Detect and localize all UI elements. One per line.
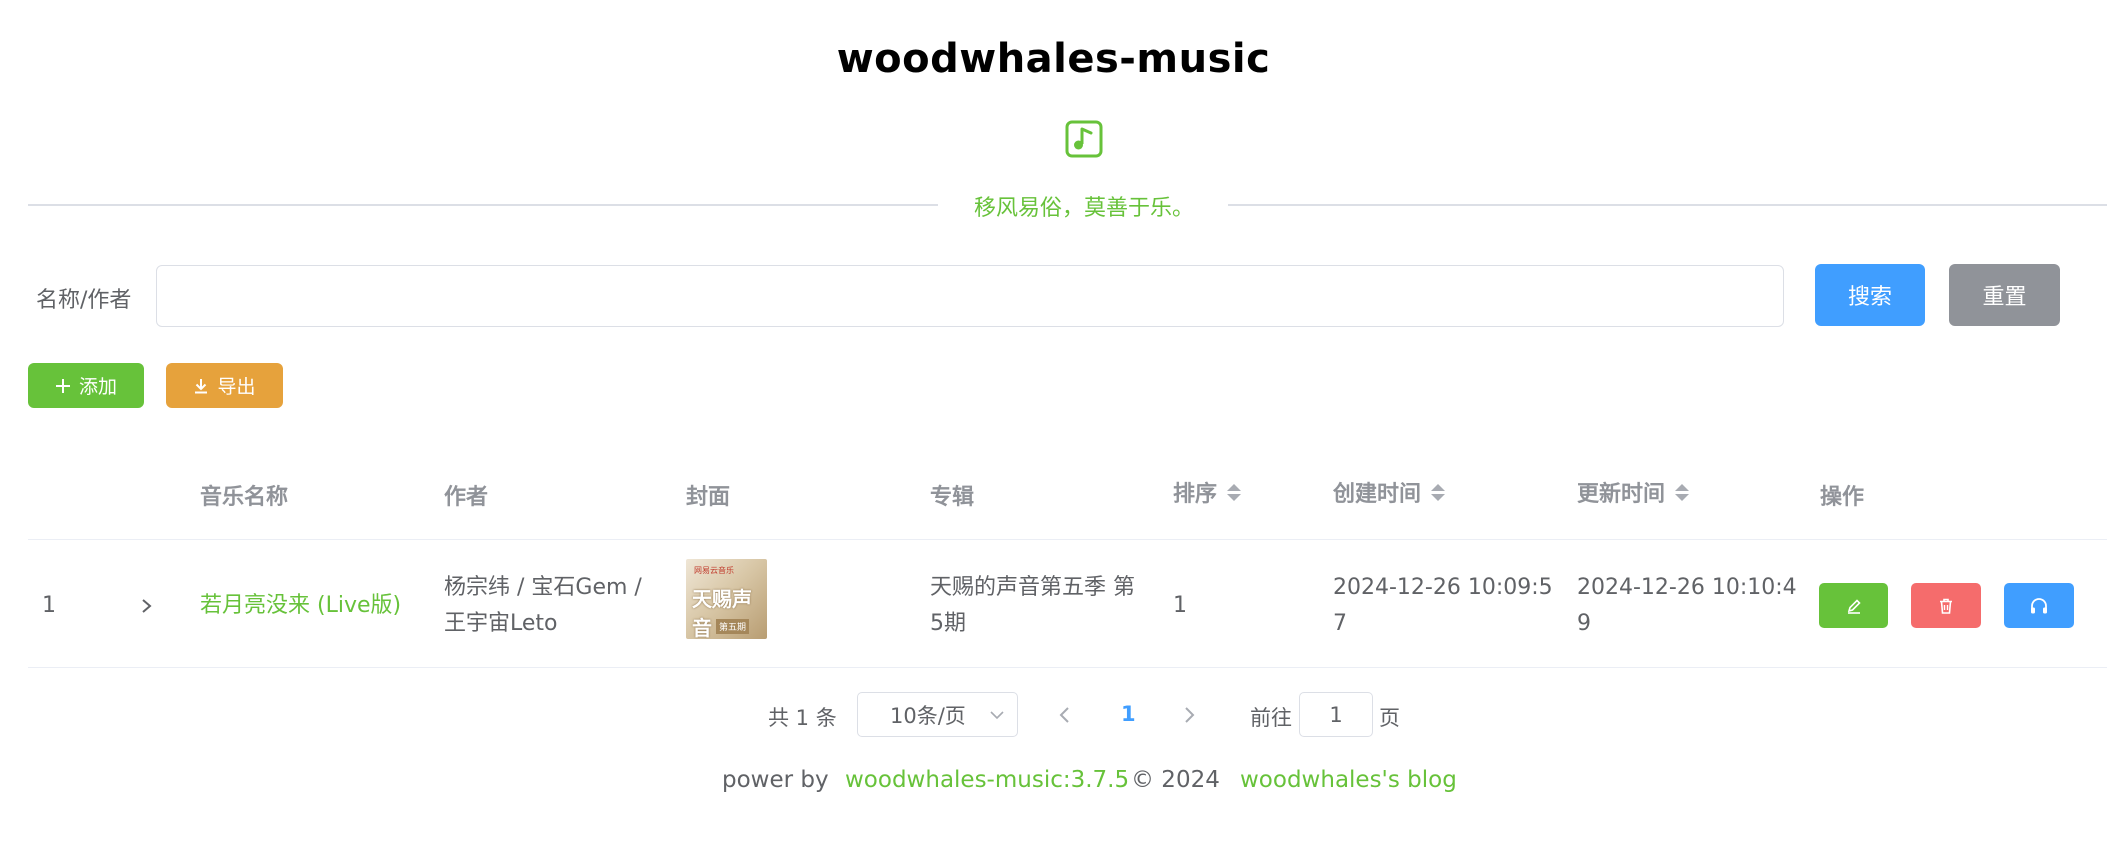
column-header-actions: 操作 — [1820, 485, 1865, 510]
page-title: woodwhales-music — [836, 36, 1271, 82]
footer-version-link[interactable]: woodwhales-music:3.7.5 — [845, 767, 1129, 793]
music-name: 若月亮没来 (Live版) — [200, 593, 402, 618]
slogan: 移风易俗，莫善于乐。 — [973, 196, 1194, 221]
divider-right — [1228, 204, 2107, 206]
download-icon — [195, 378, 208, 393]
column-header-updated[interactable]: 更新时间 — [1577, 477, 1690, 507]
sort-value: 1 — [1173, 593, 1187, 618]
trash-icon — [1940, 598, 1952, 614]
search-input[interactable] — [156, 265, 1784, 327]
edit-button[interactable] — [1819, 583, 1888, 628]
search-button[interactable]: 搜索 — [1815, 264, 1925, 326]
column-header-name: 音乐名称 — [200, 485, 289, 510]
created-time-line-2: 7 — [1333, 611, 1347, 636]
artist-line-1: 杨宗纬 / 宝石Gem / — [444, 575, 642, 600]
footer-copyright: © 2024 — [1131, 767, 1220, 793]
add-button-label: 添加 — [78, 376, 117, 398]
divider-left — [28, 204, 938, 206]
music-note-icon — [1065, 120, 1103, 158]
sort-caret-icon[interactable] — [1675, 483, 1690, 501]
edit-pencil-icon — [1847, 598, 1861, 614]
album-line-1: 天赐的声音第五季 第 — [930, 575, 1135, 600]
plus-icon — [55, 378, 70, 393]
column-header-cover: 封面 — [686, 485, 731, 510]
album-line-2: 5期 — [930, 611, 966, 636]
export-button[interactable]: 导出 — [166, 363, 283, 408]
column-header-artist: 作者 — [444, 485, 489, 510]
footer-blog-link[interactable]: woodwhales's blog — [1240, 767, 1457, 793]
pagination-goto-label: 前往 — [1250, 706, 1292, 730]
table-row-divider — [28, 667, 2107, 668]
column-header-sort[interactable]: 排序 — [1173, 477, 1242, 507]
pagination-page-1[interactable]: 1 — [1121, 702, 1136, 726]
artist-line-2: 王宇宙Leto — [444, 611, 558, 636]
add-button[interactable]: 添加 — [28, 363, 144, 408]
pagination-total: 共 1 条 — [768, 706, 837, 730]
pagination-goto-input[interactable] — [1299, 692, 1373, 737]
sort-caret-icon[interactable] — [1227, 483, 1242, 501]
table-header-divider — [28, 539, 2107, 540]
search-label: 名称/作者 — [36, 288, 132, 313]
chevron-down-icon — [990, 711, 1004, 720]
chevron-right-icon[interactable] — [140, 594, 154, 618]
page-size-value: 10条/页 — [890, 703, 966, 728]
sort-caret-icon[interactable] — [1431, 483, 1446, 501]
updated-time-line-1: 2024-12-26 10:10:4 — [1577, 575, 1797, 600]
column-header-created[interactable]: 创建时间 — [1333, 477, 1446, 507]
chevron-left-icon[interactable] — [1055, 702, 1075, 728]
reset-button[interactable]: 重置 — [1949, 264, 2060, 326]
created-time-line-1: 2024-12-26 10:09:5 — [1333, 575, 1553, 600]
footer-power-by: power by — [722, 767, 829, 793]
column-header-album: 专辑 — [930, 485, 975, 510]
headphones-icon — [2031, 597, 2047, 613]
updated-time-line-2: 9 — [1577, 611, 1591, 636]
pagination-goto-unit: 页 — [1379, 706, 1400, 730]
delete-button[interactable] — [1911, 583, 1981, 628]
row-index: 1 — [42, 593, 56, 618]
listen-button[interactable] — [2004, 583, 2074, 628]
export-button-label: 导出 — [217, 376, 256, 398]
chevron-right-icon[interactable] — [1179, 702, 1199, 728]
album-cover-image[interactable]: 网易云音乐 天赐声音 第五期 — [686, 559, 767, 639]
page-size-select[interactable]: 10条/页 — [857, 692, 1018, 737]
